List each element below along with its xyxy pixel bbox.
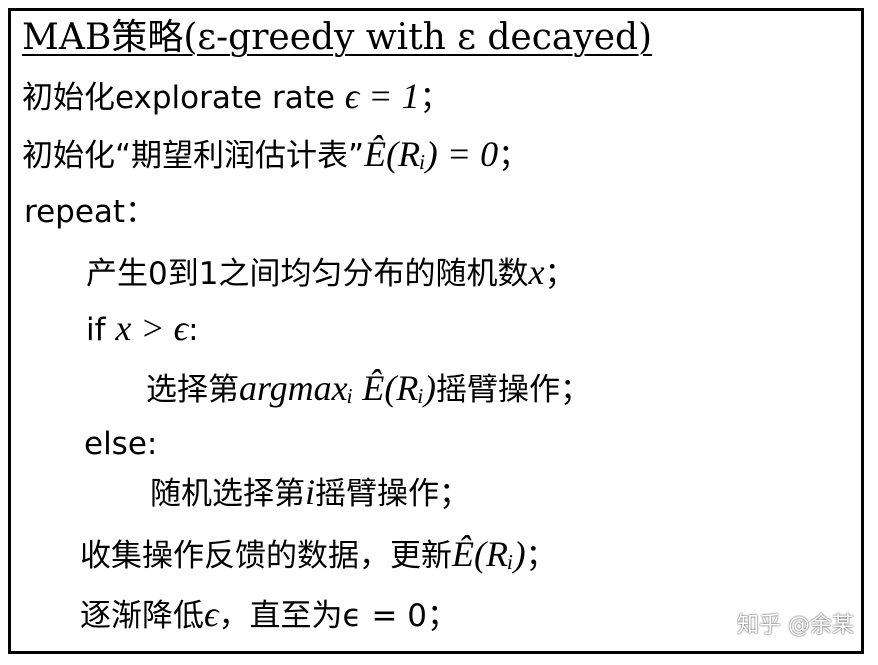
line-decay: 逐渐降低ϵ，直至为ϵ = 0； [80,594,458,636]
math-expr: x > ϵ [115,308,189,348]
math-expr: ϵ = 1 [344,76,420,116]
line-init-rate: 初始化explorate rate ϵ = 1； [22,76,451,118]
line-text: 收集操作反馈的数据，更新 [80,538,452,574]
line-repeat: repeat： [24,192,156,232]
line-select-argmax: 选择第argmaxᵢ Ê(Rᵢ)摇臂操作； [146,368,591,410]
math-expr: x [528,252,545,292]
line-suffix: : [188,312,199,348]
line-suffix: ； [544,256,576,292]
line-if: if x > ϵ: [86,308,199,350]
line-text: 初始化explorate rate [22,80,345,116]
line-update: 收集操作反馈的数据，更新Ê(Rᵢ)； [80,534,557,576]
watermark: 知乎 @余某 [737,613,854,638]
line-suffix: ； [525,538,557,574]
line-else: else: [84,424,157,464]
line-text: 选择第 [146,372,239,408]
line-random-select: 随机选择第i摇臂操作； [150,472,470,514]
line-text: 初始化“期望利润估计表” [22,138,365,174]
math-expr: Ê(Rᵢ) [452,534,526,574]
line-random: 产生0到1之间均匀分布的随机数x； [86,252,575,294]
line-init-table: 初始化“期望利润估计表”Ê(Rᵢ) = 0； [22,134,529,176]
line-suffix: 摇臂操作； [315,476,471,512]
math-expr: i [305,472,316,512]
math-expr: argmaxᵢ Ê(Rᵢ) [239,368,436,408]
math-expr: Ê(Rᵢ) = 0 [364,134,499,174]
line-text: if [86,312,116,348]
line-suffix: ； [419,80,451,116]
line-text: repeat： [24,194,157,230]
line-suffix: ，直至为ϵ = 0； [218,598,458,634]
line-suffix: 摇臂操作； [436,372,591,408]
algorithm-title: MAB策略(ε-greedy with ε decayed) [22,17,653,58]
line-text: 逐渐降低 [80,598,204,634]
math-expr: ϵ [204,594,219,634]
line-text: 产生0到1之间均匀分布的随机数 [86,256,529,292]
line-text: 随机选择第 [150,476,305,512]
line-text: else: [84,426,158,462]
line-suffix: ； [498,138,530,174]
